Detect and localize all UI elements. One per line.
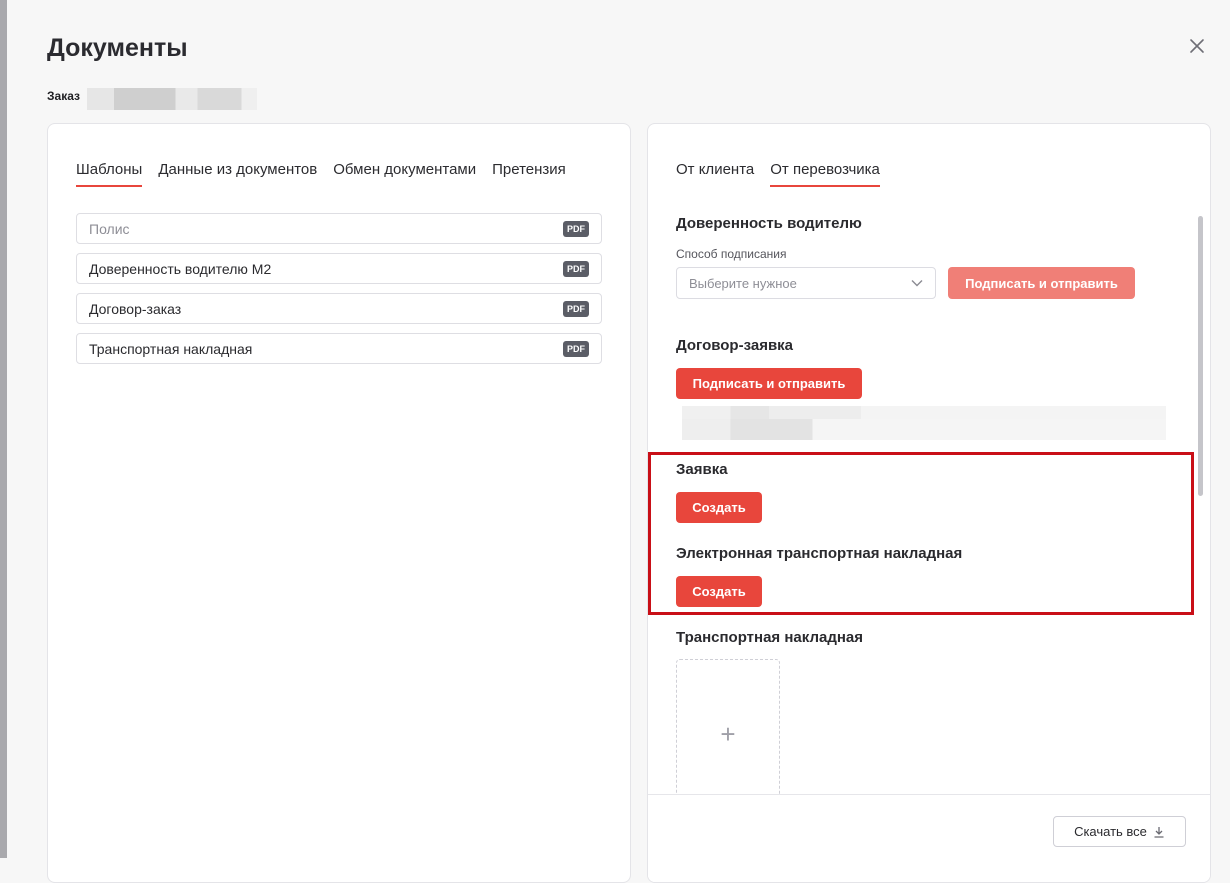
template-item-power-of-attorney[interactable]: Доверенность водителю М2 PDF (76, 253, 602, 284)
contract-info-redacted (682, 419, 1166, 440)
order-number-redacted (87, 88, 257, 110)
right-tabs: От клиента От перевозчика (676, 161, 880, 187)
waybill-upload-area[interactable]: + (676, 659, 780, 809)
chevron-down-icon (911, 280, 923, 287)
template-item-policy[interactable]: Полис PDF (76, 213, 602, 244)
panel-footer: Скачать все (648, 794, 1210, 882)
highlight-frame (648, 452, 1194, 615)
template-item-contract-order[interactable]: Договор-заказ PDF (76, 293, 602, 324)
background-edge (0, 0, 7, 858)
download-all-label: Скачать все (1074, 824, 1147, 839)
tab-templates[interactable]: Шаблоны (76, 161, 143, 187)
template-item-waybill[interactable]: Транспортная накладная PDF (76, 333, 602, 364)
close-icon[interactable] (1187, 36, 1207, 56)
tab-claim[interactable]: Претензия (492, 161, 566, 187)
download-icon (1154, 826, 1164, 838)
template-list: Полис PDF Доверенность водителю М2 PDF Д… (76, 213, 602, 373)
tab-document-exchange[interactable]: Обмен документами (333, 161, 476, 187)
sign-method-placeholder: Выберите нужное (689, 275, 797, 291)
pdf-badge: PDF (563, 260, 589, 277)
template-item-label: Доверенность водителю М2 (89, 260, 272, 277)
template-item-label: Договор-заказ (89, 300, 182, 317)
tab-from-client[interactable]: От клиента (676, 161, 754, 187)
contract-info-redacted (682, 406, 1166, 419)
sign-method-label: Способ подписания (676, 247, 787, 261)
contract-request-title: Договор-заявка (676, 337, 794, 354)
pdf-badge: PDF (563, 340, 589, 357)
template-item-label: Полис (89, 220, 130, 237)
waybill-title: Транспортная накладная (676, 629, 863, 646)
template-item-label: Транспортная накладная (89, 340, 253, 357)
order-label: Заказ (47, 89, 80, 103)
left-tabs: Шаблоны Данные из документов Обмен докум… (76, 161, 566, 187)
documents-modal: Документы Заказ Шаблоны Данные из докуме… (7, 0, 1230, 883)
pdf-badge: PDF (563, 300, 589, 317)
plus-icon: + (720, 718, 736, 749)
sign-and-send-attorney-button[interactable]: Подписать и отправить (948, 267, 1135, 299)
tab-from-carrier[interactable]: От перевозчика (770, 161, 880, 187)
sign-and-send-contract-button[interactable]: Подписать и отправить (676, 368, 862, 399)
tab-document-data[interactable]: Данные из документов (158, 161, 317, 187)
templates-panel: Шаблоны Данные из документов Обмен докум… (47, 123, 631, 883)
download-all-button[interactable]: Скачать все (1053, 816, 1186, 847)
pdf-badge: PDF (563, 220, 589, 237)
scrollbar[interactable] (1198, 216, 1203, 496)
modal-title: Документы (47, 34, 188, 62)
sign-method-select[interactable]: Выберите нужное (676, 267, 936, 299)
power-of-attorney-title: Доверенность водителю (676, 215, 862, 232)
